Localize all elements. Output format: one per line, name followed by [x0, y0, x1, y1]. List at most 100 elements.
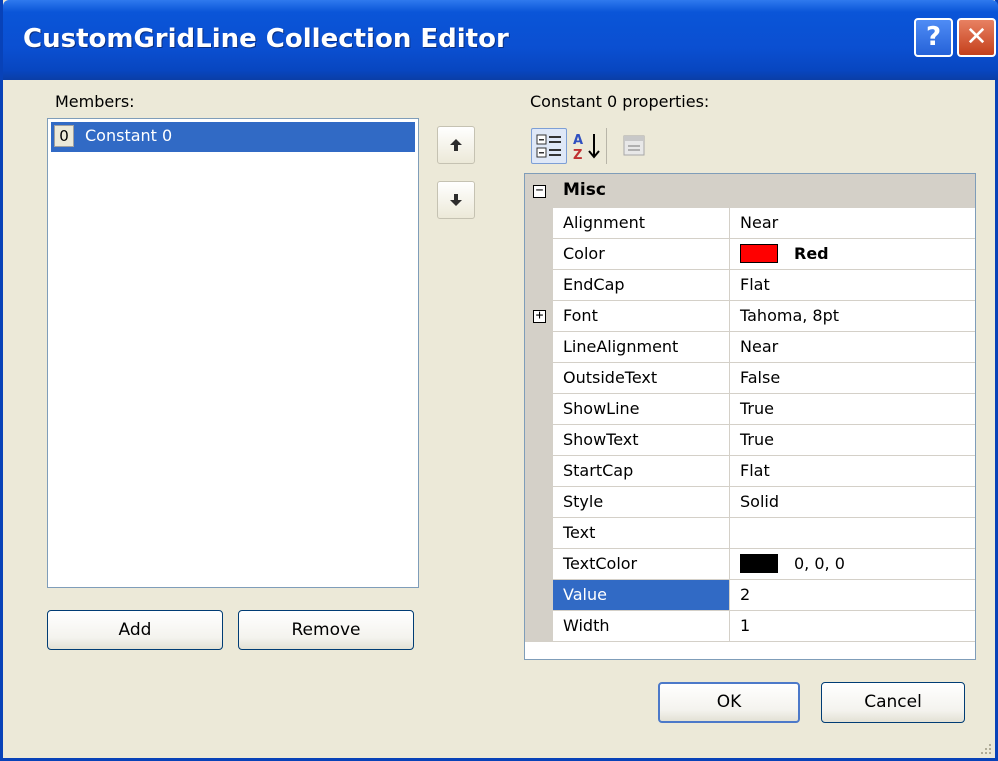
members-list[interactable]: 0 Constant 0	[47, 118, 419, 588]
property-row[interactable]: Color Red	[525, 239, 975, 270]
row-gutter	[525, 611, 553, 641]
property-row[interactable]: EndCap Flat	[525, 270, 975, 301]
property-row[interactable]: Style Solid	[525, 487, 975, 518]
title-bar[interactable]: CustomGridLine Collection Editor ? ✕	[3, 0, 998, 80]
property-value-text: Solid	[740, 492, 779, 511]
property-row[interactable]: ShowLine True	[525, 394, 975, 425]
property-row[interactable]: StartCap Flat	[525, 456, 975, 487]
property-value[interactable]: False	[730, 363, 975, 393]
property-value-text: Near	[740, 213, 779, 232]
remove-button[interactable]: Remove	[238, 610, 414, 650]
property-name[interactable]: EndCap	[553, 270, 730, 300]
property-name[interactable]: Color	[553, 239, 730, 269]
properties-label: Constant 0 properties:	[530, 92, 710, 111]
property-value[interactable]: Tahoma, 8pt	[730, 301, 975, 331]
row-gutter	[525, 394, 553, 424]
property-row[interactable]: Width 1	[525, 611, 975, 642]
property-value[interactable]: Red	[730, 239, 975, 269]
property-value-text: 2	[740, 585, 751, 604]
add-button[interactable]: Add	[47, 610, 223, 650]
property-row[interactable]: LineAlignment Near	[525, 332, 975, 363]
property-value[interactable]: Near	[730, 332, 975, 362]
property-row[interactable]: + Font Tahoma, 8pt	[525, 301, 975, 332]
sort-alphabetical-icon: A Z	[573, 133, 600, 163]
svg-text:A: A	[573, 133, 583, 148]
property-row[interactable]: Text	[525, 518, 975, 549]
member-label: Constant 0	[85, 126, 173, 145]
arrow-up-icon	[450, 139, 462, 151]
property-grid[interactable]: − Misc Alignment Near Color Red EndCap Flat + F…	[524, 173, 976, 660]
cancel-button[interactable]: Cancel	[821, 682, 965, 723]
property-name[interactable]: OutsideText	[553, 363, 730, 393]
property-name[interactable]: Value	[553, 580, 730, 610]
property-name[interactable]: ShowText	[553, 425, 730, 455]
svg-text:Z: Z	[573, 148, 582, 163]
row-gutter	[525, 487, 553, 517]
row-gutter	[525, 580, 553, 610]
move-down-button[interactable]	[437, 181, 475, 219]
move-up-button[interactable]	[437, 126, 475, 164]
property-value-text: Tahoma, 8pt	[740, 306, 840, 325]
property-name[interactable]: Width	[553, 611, 730, 641]
property-value-text: Flat	[740, 275, 770, 294]
property-value[interactable]: 2	[730, 580, 975, 610]
property-row[interactable]: TextColor 0, 0, 0	[525, 549, 975, 580]
category-row[interactable]: − Misc	[525, 174, 975, 208]
resize-grip-icon[interactable]	[977, 740, 993, 756]
property-name[interactable]: Alignment	[553, 208, 730, 238]
property-row[interactable]: Alignment Near	[525, 208, 975, 239]
list-item[interactable]: 0 Constant 0	[51, 122, 415, 152]
members-label: Members:	[55, 92, 135, 111]
categorized-button[interactable]	[531, 128, 567, 164]
property-value[interactable]: True	[730, 394, 975, 424]
row-gutter	[525, 518, 553, 548]
expand-icon[interactable]: +	[533, 309, 546, 323]
alphabetical-button[interactable]: A Z	[570, 128, 606, 164]
property-name[interactable]: Font	[553, 301, 730, 331]
property-value[interactable]: Solid	[730, 487, 975, 517]
property-name[interactable]: Text	[553, 518, 730, 548]
member-index: 0	[54, 125, 74, 147]
collection-editor-dialog: CustomGridLine Collection Editor ? ✕ Mem…	[0, 0, 998, 761]
property-value-text: Red	[794, 244, 829, 263]
ok-button-label: OK	[716, 692, 742, 712]
categorized-icon	[536, 134, 561, 158]
close-button[interactable]: ✕	[957, 18, 996, 57]
property-value[interactable]: Flat	[730, 456, 975, 486]
collapse-icon[interactable]: −	[533, 184, 546, 198]
row-gutter: +	[525, 301, 553, 331]
arrow-down-icon	[450, 194, 462, 206]
property-value[interactable]: 1	[730, 611, 975, 641]
property-grid-toolbar: A Z	[524, 122, 976, 170]
category-name: Misc	[563, 180, 606, 200]
property-value[interactable]: True	[730, 425, 975, 455]
property-value-text: True	[740, 399, 774, 418]
color-swatch	[740, 244, 778, 263]
property-name[interactable]: LineAlignment	[553, 332, 730, 362]
row-gutter	[525, 549, 553, 579]
property-value-text: Near	[740, 337, 779, 356]
property-pages-icon	[623, 135, 645, 156]
property-name[interactable]: ShowLine	[553, 394, 730, 424]
cancel-button-label: Cancel	[864, 692, 922, 712]
remove-button-label: Remove	[291, 620, 361, 640]
property-value[interactable]	[730, 518, 975, 548]
help-button[interactable]: ?	[914, 18, 953, 57]
row-gutter	[525, 270, 553, 300]
property-row[interactable]: ShowText True	[525, 425, 975, 456]
property-name[interactable]: StartCap	[553, 456, 730, 486]
property-value[interactable]: Near	[730, 208, 975, 238]
property-pages-button[interactable]	[616, 128, 652, 164]
row-gutter	[525, 456, 553, 486]
property-name[interactable]: Style	[553, 487, 730, 517]
property-value[interactable]: Flat	[730, 270, 975, 300]
add-button-label: Add	[118, 620, 152, 640]
property-name[interactable]: TextColor	[553, 549, 730, 579]
row-gutter	[525, 332, 553, 362]
row-gutter	[525, 239, 553, 269]
property-value[interactable]: 0, 0, 0	[730, 549, 975, 579]
toolbar-separator	[606, 128, 607, 164]
property-row[interactable]: Value 2	[525, 580, 975, 611]
ok-button[interactable]: OK	[658, 682, 800, 723]
property-row[interactable]: OutsideText False	[525, 363, 975, 394]
